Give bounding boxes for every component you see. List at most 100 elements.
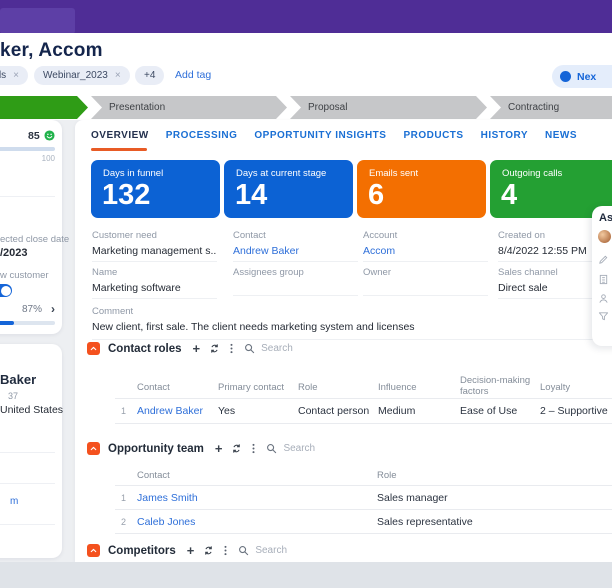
tab-overview[interactable]: OVERVIEW [91,130,149,141]
add-tag-button[interactable]: Add tag [175,69,211,81]
stage-current[interactable] [0,96,88,119]
person-icon[interactable] [598,293,609,304]
section-title: Opportunity team [108,442,204,455]
section-title: Contact roles [108,342,182,355]
stage-presentation[interactable]: Presentation [91,96,287,119]
funnel-icon[interactable] [598,311,609,322]
field-contact[interactable]: Contact Andrew Baker [233,230,358,262]
tab-news[interactable]: NEWS [545,130,577,141]
probability-percent: 87% [21,304,42,315]
tab-products[interactable]: PRODUCTS [403,130,463,141]
col-header-contact: Contact [137,470,170,481]
kebab-menu-icon[interactable] [230,343,233,354]
tab-processing[interactable]: PROCESSING [166,130,238,141]
refresh-icon[interactable] [231,443,242,454]
divider [0,483,55,484]
app-top-bar [0,0,612,34]
add-icon[interactable]: + [193,342,201,355]
col-header-contact: Contact [137,382,170,393]
table-divider [115,533,612,534]
pencil-icon[interactable] [598,254,609,265]
crm-opportunity-page: ker, Accom ds × Webinar_2023 × +4 Add ta… [0,0,612,588]
panel-title: As [599,212,612,224]
contact-card-name[interactable]: Baker [0,372,36,387]
contact-roles-header: Contact roles + Search [87,342,293,355]
table-divider [115,485,612,486]
contact-link[interactable]: Andrew Baker [233,245,358,262]
search-input[interactable]: Search [283,443,315,454]
active-tab-underline [91,148,147,151]
search-icon[interactable] [266,443,277,454]
refresh-icon[interactable] [203,545,214,556]
opportunity-main-card: OVERVIEW PROCESSING OPPORTUNITY INSIGHTS… [75,120,612,562]
divider [0,196,55,197]
field-account[interactable]: Account Accom [363,230,488,262]
field-customer-need[interactable]: Customer need Marketing management s...▾ [92,230,217,262]
refresh-icon[interactable] [209,343,220,354]
score-max-label: 100 [41,154,55,163]
next-step-icon [560,71,571,82]
expected-close-date-value[interactable]: /2023 [0,247,28,259]
assignee-side-panel: As [592,206,612,346]
opportunity-team-header: Opportunity team + Search [87,442,315,455]
tag-more-count[interactable]: +4 [135,66,165,85]
contact-link[interactable]: Andrew Baker [137,405,203,417]
page-head: ker, Accom ds × Webinar_2023 × +4 Add ta… [0,33,612,96]
pipeline-stage-bar: Presentation Proposal Contracting [0,96,612,120]
divider [0,452,55,453]
contact-card-number: 37 [8,391,19,401]
search-icon[interactable] [238,545,249,556]
field-assignees-group[interactable]: Assignees group [233,267,358,296]
search-input[interactable]: Search [261,343,293,354]
toggle-knob [0,285,11,296]
score-progress-bar [0,147,55,151]
probability-progress-bar [0,321,55,325]
contact-card-link[interactable]: m [10,496,18,507]
tag-close-icon[interactable]: × [115,70,121,81]
chevron-right-icon[interactable]: › [51,302,55,316]
collapse-chevron-icon[interactable] [87,544,100,557]
table-divider [115,423,612,424]
field-name[interactable]: Name Marketing software [92,267,217,299]
section-title: Competitors [108,544,176,557]
col-header-loyalty: Loyalty [540,382,571,393]
account-link[interactable]: Accom [363,245,488,262]
score-value: 85 [28,130,40,142]
tab-bar: OVERVIEW PROCESSING OPPORTUNITY INSIGHTS… [91,130,577,141]
sidebar-contact-card: Baker 37 United States m [0,344,63,558]
new-customer-label: w customer [0,270,49,281]
kebab-menu-icon[interactable] [252,443,255,454]
add-icon[interactable]: + [215,442,223,455]
tab-history[interactable]: HISTORY [481,130,528,141]
contact-link[interactable]: Caleb Jones [137,516,195,528]
page-bottom-band [0,562,612,588]
search-icon[interactable] [244,343,255,354]
competitors-header: Competitors + Search [87,544,287,557]
collapse-chevron-icon[interactable] [87,342,100,355]
col-header-role: Role [377,470,397,481]
col-header-influence: Influence [378,382,417,393]
field-owner[interactable]: Owner [363,267,488,296]
expected-close-date-label: ected close date [0,234,70,245]
next-step-button[interactable]: Nex [552,65,612,88]
building-icon[interactable] [598,274,609,285]
stage-contracting[interactable]: Contracting [490,96,612,119]
kpi-days-in-funnel: Days in funnel 132 [91,160,220,218]
tag-clipped[interactable]: ds × [0,66,28,85]
field-comment[interactable]: Comment New client, first sale. The clie… [92,306,597,340]
page-title: ker, Accom [0,40,103,61]
tab-opportunity-insights[interactable]: OPPORTUNITY INSIGHTS [254,130,386,141]
tag-webinar[interactable]: Webinar_2023 × [34,66,130,85]
tag-close-icon[interactable]: × [13,70,19,81]
contact-link[interactable]: James Smith [137,492,198,504]
assignee-avatar[interactable] [598,230,611,243]
top-bar-highlight [0,8,75,34]
kebab-menu-icon[interactable] [224,545,227,556]
search-input[interactable]: Search [255,545,287,556]
kpi-emails-sent: Emails sent 6 [357,160,486,218]
add-icon[interactable]: + [187,544,195,557]
col-header-role: Role [298,382,318,393]
stage-proposal[interactable]: Proposal [290,96,487,119]
new-customer-toggle[interactable] [0,284,12,297]
collapse-chevron-icon[interactable] [87,442,100,455]
